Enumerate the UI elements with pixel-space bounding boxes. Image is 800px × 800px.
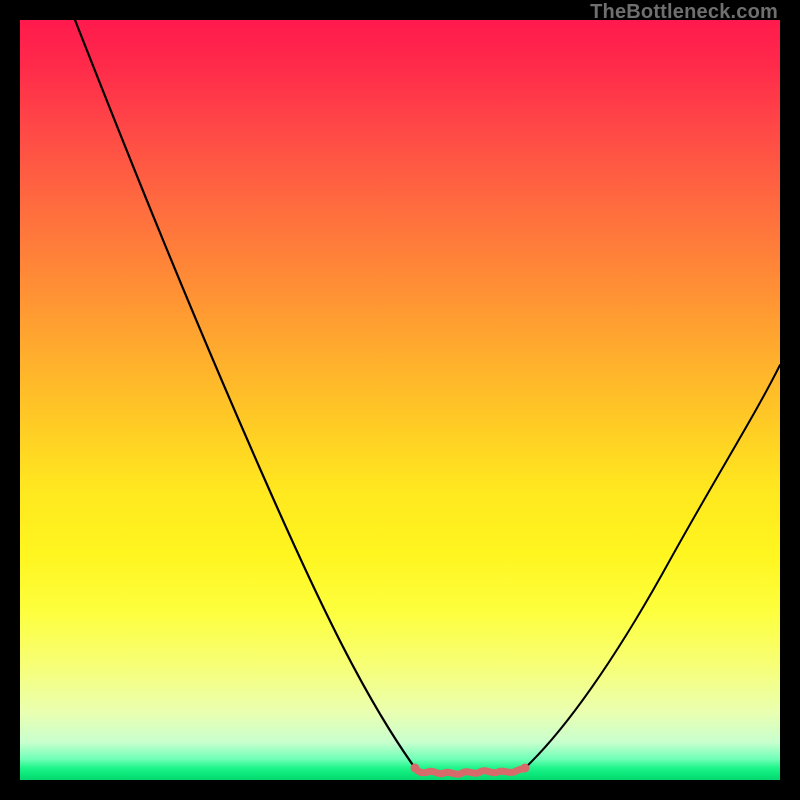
valley-endpoint-left-marker <box>411 764 420 773</box>
curve-right-branch <box>525 365 780 768</box>
plot-area <box>20 20 780 780</box>
watermark-text: TheBottleneck.com <box>590 1 778 24</box>
curve-left-branch <box>75 20 415 768</box>
valley-endpoint-right-marker <box>521 764 530 773</box>
curve-valley-floor <box>415 768 525 774</box>
curve-svg <box>20 20 780 780</box>
chart-frame: TheBottleneck.com <box>0 0 800 800</box>
